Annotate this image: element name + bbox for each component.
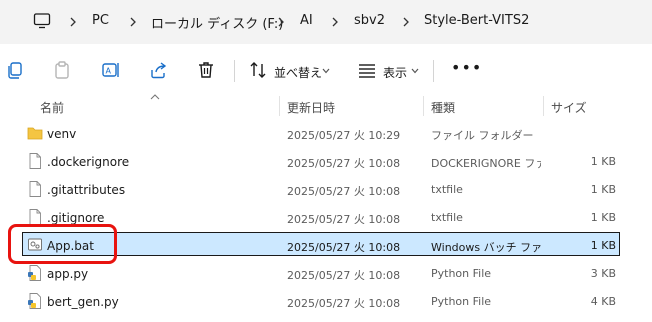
file-row[interactable]: app.py 2025/05/27 火 10:08 Python File 3 … — [0, 260, 652, 288]
address-bar[interactable]: PC ローカル ディスク (F:) AI sbv2 Style-Bert-VIT… — [0, 0, 652, 44]
file-type: txtfile — [431, 211, 463, 224]
python-file-icon — [28, 265, 41, 281]
file-icon — [29, 181, 41, 197]
delete-icon[interactable] — [196, 60, 216, 80]
file-name: bert_gen.py — [47, 295, 119, 309]
file-date: 2025/05/27 火 10:08 — [287, 185, 401, 198]
column-divider[interactable] — [543, 96, 544, 116]
chevron-down-icon — [322, 68, 330, 74]
breadcrumb-sbv2[interactable]: sbv2 — [354, 13, 385, 28]
breadcrumb-ai[interactable]: AI — [300, 13, 313, 28]
file-size: 4 KB — [590, 295, 616, 308]
file-type: Python File — [431, 267, 492, 280]
view-list-icon — [359, 64, 375, 78]
breadcrumb-local-disk[interactable]: ローカル ディスク (F:) — [151, 13, 283, 32]
rename-icon[interactable]: A — [101, 60, 121, 80]
file-row[interactable]: venv 2025/05/27 火 10:29 ファイル フォルダー — [0, 120, 652, 148]
column-header: 名前 更新日時 種類 サイズ — [0, 94, 652, 116]
file-date: 2025/05/27 火 10:08 — [287, 157, 401, 170]
monitor-icon — [33, 13, 51, 29]
file-icon — [29, 153, 41, 169]
file-date: 2025/05/27 火 10:08 — [287, 241, 401, 254]
chevron-right-icon — [278, 17, 284, 27]
file-name: .gitignore — [47, 211, 105, 225]
chevron-down-icon — [411, 68, 419, 74]
file-date: 2025/05/27 火 10:08 — [287, 297, 401, 310]
toolbar-divider — [433, 60, 434, 82]
file-size: 1 KB — [590, 183, 616, 196]
file-name: .dockerignore — [47, 155, 130, 169]
file-date: 2025/05/27 火 10:08 — [287, 213, 401, 226]
file-size: 1 KB — [590, 239, 616, 252]
file-name: app.py — [47, 267, 89, 281]
chevron-right-icon — [403, 17, 409, 27]
file-type: txtfile — [431, 183, 463, 196]
copy-icon[interactable] — [5, 60, 25, 80]
file-type: ファイル フォルダー — [431, 129, 534, 142]
sort-label: 並べ替え — [274, 66, 323, 80]
chevron-right-icon — [130, 17, 136, 27]
toolbar-divider — [234, 60, 235, 82]
breadcrumb-pc[interactable]: PC — [92, 13, 109, 28]
file-name: venv — [47, 127, 77, 141]
file-size: 1 KB — [590, 155, 616, 168]
chevron-right-icon — [70, 17, 76, 27]
file-size: 1 KB — [590, 211, 616, 224]
file-row-selected[interactable]: App.bat 2025/05/27 火 10:08 Windows バッチ フ… — [0, 232, 652, 260]
svg-text:A: A — [106, 67, 112, 76]
file-size: 3 KB — [590, 267, 616, 280]
sort-ascending-icon — [150, 94, 160, 100]
folder-icon — [27, 127, 43, 140]
column-date[interactable]: 更新日時 — [287, 99, 335, 116]
file-type: Python File — [431, 295, 492, 308]
file-date: 2025/05/27 火 10:29 — [287, 129, 401, 142]
view-label: 表示 — [383, 66, 408, 80]
more-options-button[interactable]: ••• — [451, 58, 481, 78]
share-icon[interactable] — [148, 60, 168, 80]
file-type: Windows バッチ ファ... — [431, 241, 541, 254]
file-icon — [29, 209, 41, 225]
file-row[interactable]: bert_gen.py 2025/05/27 火 10:08 Python Fi… — [0, 288, 652, 316]
column-divider[interactable] — [423, 96, 424, 116]
file-row[interactable]: .gitignore 2025/05/27 火 10:08 txtfile 1 … — [0, 204, 652, 232]
sort-icon — [250, 62, 266, 78]
file-name: App.bat — [47, 239, 94, 253]
batch-file-icon — [28, 238, 42, 251]
breadcrumb-style-bert-vits2[interactable]: Style-Bert-VITS2 — [424, 13, 529, 28]
file-name: .gitattributes — [47, 183, 126, 197]
chevron-right-icon — [332, 17, 338, 27]
command-bar: A 並べ替え 表示 ••• — [0, 44, 652, 98]
python-file-icon — [28, 293, 41, 309]
file-row[interactable]: .gitattributes 2025/05/27 火 10:08 txtfil… — [0, 176, 652, 204]
file-date: 2025/05/27 火 10:08 — [287, 269, 401, 282]
file-row[interactable]: .dockerignore 2025/05/27 火 10:08 DOCKERI… — [0, 148, 652, 176]
file-type: DOCKERIGNORE ファ... — [431, 157, 541, 170]
paste-icon[interactable] — [52, 60, 72, 80]
column-divider[interactable] — [279, 96, 280, 116]
column-name[interactable]: 名前 — [40, 99, 64, 116]
column-type[interactable]: 種類 — [431, 99, 455, 116]
column-size[interactable]: サイズ — [551, 99, 587, 116]
